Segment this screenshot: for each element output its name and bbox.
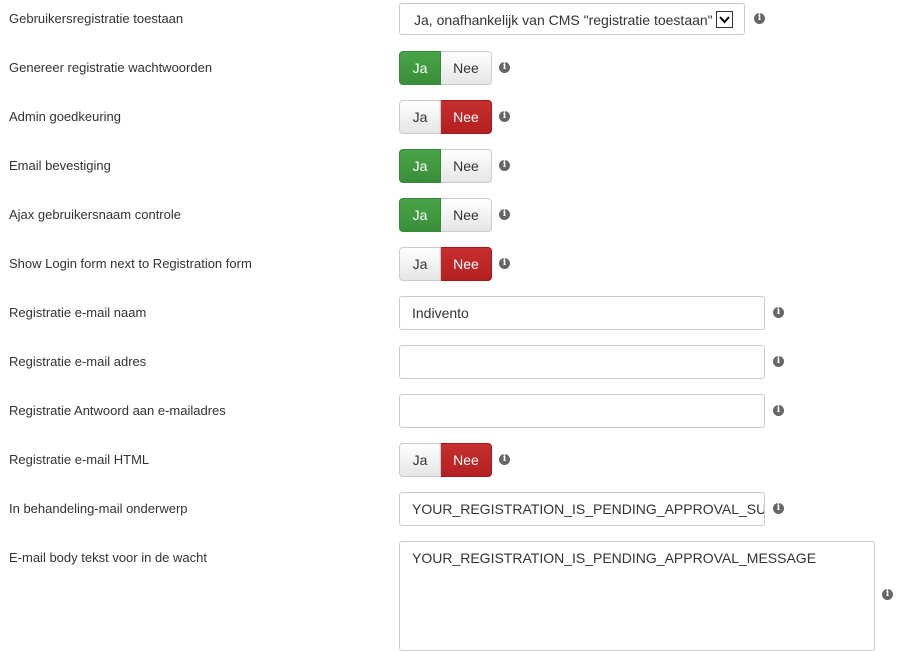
field-value: YOUR_REGISTRATION_IS_PENDING_APPROVAL_SU…	[412, 501, 764, 517]
field-label: Admin goedkeuring	[9, 109, 122, 124]
field-label: Registratie Antwoord aan e-mailadres	[9, 403, 226, 418]
email-confirmation-toggle: Ja Nee	[399, 149, 492, 183]
field-label: In behandeling-mail onderwerp	[9, 501, 188, 516]
info-icon[interactable]: i	[773, 356, 784, 367]
info-icon[interactable]: i	[773, 503, 784, 514]
reply-to-address-field[interactable]	[399, 394, 765, 428]
info-icon[interactable]: i	[882, 589, 893, 600]
field-label: Registratie e-mail HTML	[9, 452, 150, 467]
field-label: Registratie e-mail naam	[9, 305, 147, 320]
chevron-down-icon[interactable]	[716, 11, 733, 28]
info-icon[interactable]: i	[773, 405, 784, 416]
show-login-form-toggle: Ja Nee	[399, 247, 492, 281]
toggle-yes-button[interactable]: Ja	[399, 198, 441, 232]
pending-subject-field[interactable]: YOUR_REGISTRATION_IS_PENDING_APPROVAL_SU…	[399, 492, 765, 526]
toggle-no-button[interactable]: Nee	[441, 51, 492, 85]
admin-approval-toggle: Ja Nee	[399, 100, 492, 134]
field-label: Email bevestiging	[9, 158, 111, 173]
toggle-yes-button[interactable]: Ja	[399, 100, 441, 134]
select-value: Ja, onafhankelijk van CMS "registratie t…	[414, 12, 713, 28]
field-label: Gebruikersregistratie toestaan	[9, 11, 184, 26]
toggle-yes-button[interactable]: Ja	[399, 51, 441, 85]
toggle-yes-button[interactable]: Ja	[399, 149, 441, 183]
info-icon[interactable]: i	[499, 258, 510, 269]
email-html-toggle: Ja Nee	[399, 443, 492, 477]
info-icon[interactable]: i	[773, 307, 784, 318]
info-icon[interactable]: i	[499, 62, 510, 73]
pending-body-textarea[interactable]: YOUR_REGISTRATION_IS_PENDING_APPROVAL_ME…	[399, 541, 875, 651]
field-label: E-mail body tekst voor in de wacht	[9, 550, 207, 565]
field-label: Genereer registratie wachtwoorden	[9, 60, 213, 75]
allow-registration-select[interactable]: Ja, onafhankelijk van CMS "registratie t…	[399, 3, 745, 35]
ajax-username-check-toggle: Ja Nee	[399, 198, 492, 232]
toggle-no-button[interactable]: Nee	[441, 198, 492, 232]
field-label: Ajax gebruikersnaam controle	[9, 207, 181, 222]
info-icon[interactable]: i	[499, 111, 510, 122]
email-name-field[interactable]: Indivento	[399, 296, 765, 330]
email-address-field[interactable]	[399, 345, 765, 379]
toggle-no-button[interactable]: Nee	[441, 443, 492, 477]
info-icon[interactable]: i	[499, 454, 510, 465]
field-label: Registratie e-mail adres	[9, 354, 147, 369]
info-icon[interactable]: i	[499, 209, 510, 220]
toggle-yes-button[interactable]: Ja	[399, 443, 441, 477]
toggle-yes-button[interactable]: Ja	[399, 247, 441, 281]
field-label: Show Login form next to Registration for…	[9, 256, 252, 271]
generate-passwords-toggle: Ja Nee	[399, 51, 492, 85]
info-icon[interactable]: i	[499, 160, 510, 171]
field-value: YOUR_REGISTRATION_IS_PENDING_APPROVAL_ME…	[412, 550, 817, 566]
field-value: Indivento	[412, 305, 469, 321]
info-icon[interactable]: i	[754, 13, 765, 24]
toggle-no-button[interactable]: Nee	[441, 149, 492, 183]
toggle-no-button[interactable]: Nee	[441, 100, 492, 134]
toggle-no-button[interactable]: Nee	[441, 247, 492, 281]
